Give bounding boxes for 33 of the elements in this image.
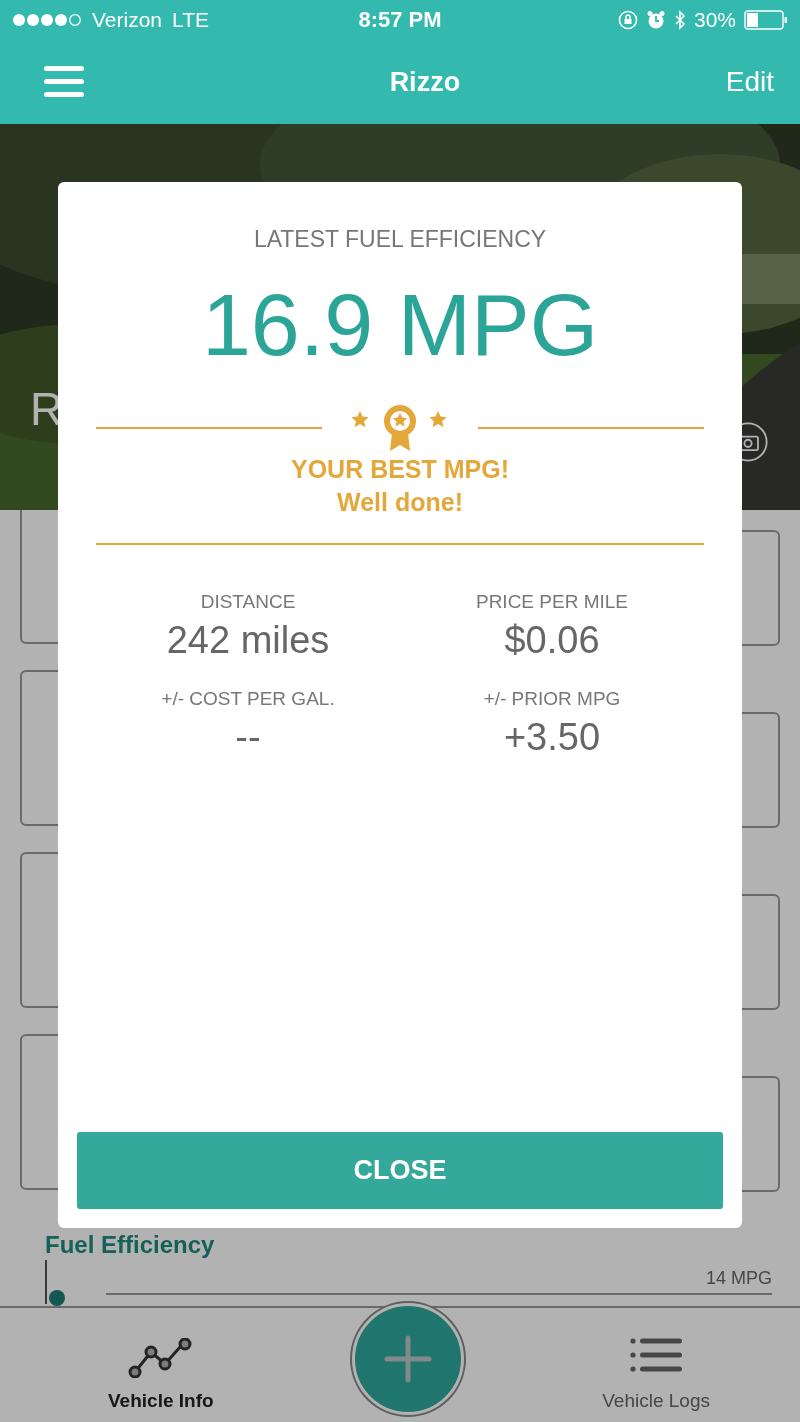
stat-label: +/- PRIOR MPG <box>483 688 621 710</box>
signal-icon <box>12 13 82 27</box>
tab-button[interactable]: Vehicle Logs <box>602 1338 710 1412</box>
chart-title: Fuel Efficiency <box>45 1232 216 1258</box>
edit-button[interactable]: Edit <box>725 66 774 98</box>
screen-title: Rizzo <box>389 66 461 98</box>
stat-value: $0.06 <box>504 619 600 662</box>
stat-label: DISTANCE <box>200 591 296 613</box>
tab-button[interactable]: Vehicle Info <box>108 1338 214 1412</box>
carrier-name: Verizon <box>92 8 163 32</box>
close-button[interactable]: CLOSE <box>77 1132 723 1209</box>
battery-percent: 30% <box>693 8 736 32</box>
stat-value: +3.50 <box>503 716 601 759</box>
stat-value: 242 miles <box>166 619 330 662</box>
alarm-clock-icon <box>645 10 666 30</box>
data-point <box>49 1290 65 1306</box>
badge-subtitle: Well done! <box>337 488 463 517</box>
stat-label: +/- COST PER GAL. <box>161 688 335 710</box>
modal-heading: LATEST FUEL EFFICIENCY <box>253 226 547 253</box>
list-icon <box>630 1338 683 1372</box>
plus-icon <box>382 1334 433 1384</box>
stat-value: -- <box>235 716 261 759</box>
rotation-lock-icon <box>617 10 638 30</box>
battery-icon <box>744 10 788 30</box>
menu-button[interactable] <box>44 66 84 98</box>
bluetooth-icon <box>673 10 686 30</box>
network-type: LTE <box>172 8 209 32</box>
stat-label: PRICE PER MILE <box>475 591 628 613</box>
mpg-value: 16.9 MPG <box>201 275 599 375</box>
badge-title: YOUR BEST MPG! <box>290 455 510 484</box>
menu-icon <box>44 66 84 98</box>
chart-label: 14 MPG <box>105 1268 772 1295</box>
status-time: 8:57 PM <box>358 7 442 33</box>
